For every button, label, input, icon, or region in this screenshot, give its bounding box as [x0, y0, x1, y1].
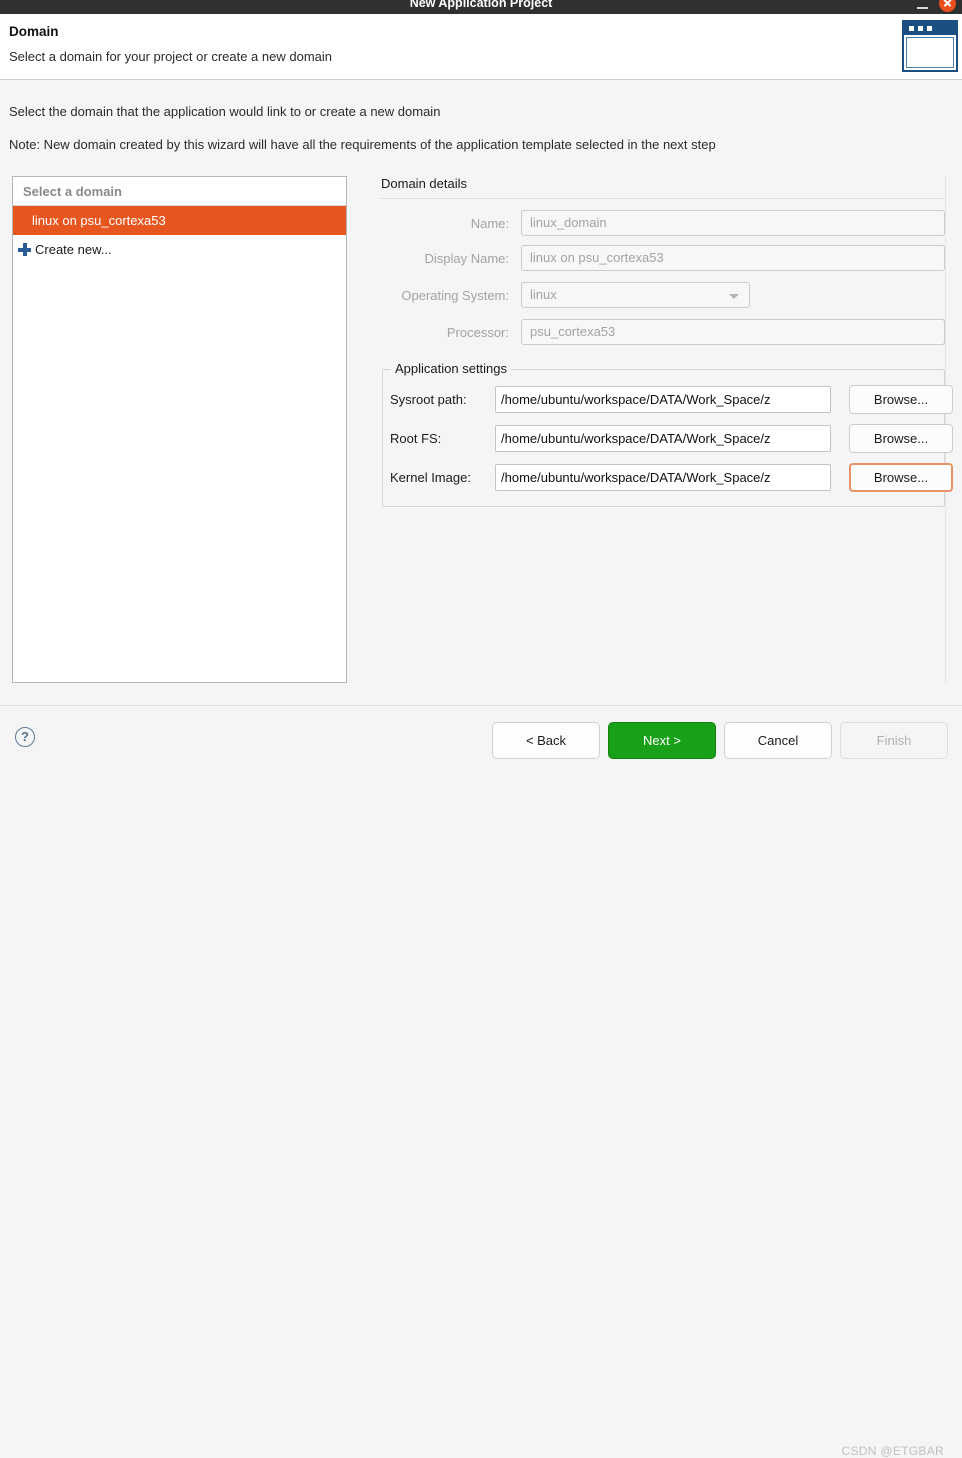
footer-buttons: < Back Next > Cancel Finish: [492, 722, 948, 759]
name-field[interactable]: linux_domain: [521, 210, 945, 236]
field-label-name: Name:: [470, 215, 509, 231]
app-row-kernel-image: Kernel Image: /home/ubuntu/workspace/DAT…: [390, 463, 953, 492]
root-fs-input[interactable]: /home/ubuntu/workspace/DATA/Work_Space/z: [495, 425, 831, 452]
application-settings-title: Application settings: [391, 361, 512, 376]
domain-details-title: Domain details: [381, 176, 467, 191]
cancel-button[interactable]: Cancel: [724, 722, 832, 759]
window-controls: [917, 0, 956, 14]
app-label-kernel-image: Kernel Image:: [390, 470, 471, 485]
domain-list-header: Select a domain: [13, 177, 346, 206]
field-row-name: Name: linux_domain: [381, 210, 945, 236]
domain-details-rule: [381, 198, 945, 199]
create-new-domain-item[interactable]: Create new...: [13, 235, 346, 264]
operating-system-select[interactable]: linux: [521, 282, 750, 308]
wizard-window-icon: [902, 20, 958, 72]
watermark: CSDN @ETGBAR: [841, 1444, 944, 1458]
page-subtitle: Select a domain for your project or crea…: [9, 49, 333, 64]
page-title: Domain: [9, 24, 59, 39]
wizard-footer: ? < Back Next > Cancel Finish CSDN @ETGB…: [0, 705, 962, 1458]
wizard-body: Select the domain that the application w…: [0, 81, 962, 705]
next-button[interactable]: Next >: [608, 722, 716, 759]
operating-system-value: linux: [530, 287, 557, 302]
wizard-window-icon-bar: [904, 22, 956, 35]
field-label-processor: Processor:: [446, 324, 509, 340]
field-row-operating-system: Operating System: linux: [381, 282, 945, 308]
close-icon[interactable]: [939, 0, 956, 12]
window-title: New Application Project: [409, 0, 553, 10]
app-row-root-fs: Root FS: /home/ubuntu/workspace/DATA/Wor…: [390, 424, 953, 453]
finish-button: Finish: [840, 722, 948, 759]
wizard-header: Domain Select a domain for your project …: [0, 14, 962, 80]
field-row-processor: Processor: psu_cortexa53: [381, 319, 945, 345]
intro-text-primary: Select the domain that the application w…: [9, 104, 441, 119]
wizard-window-icon-body: [906, 37, 954, 68]
intro-text-note: Note: New domain created by this wizard …: [9, 137, 716, 152]
domain-list-item-linux[interactable]: linux on psu_cortexa53: [13, 206, 346, 235]
field-row-display-name: Display Name: linux on psu_cortexa53: [381, 245, 945, 271]
field-label-display-name: Display Name:: [424, 250, 509, 266]
help-icon[interactable]: ?: [15, 727, 35, 747]
browse-sysroot-path-button[interactable]: Browse...: [849, 385, 953, 414]
browse-root-fs-button[interactable]: Browse...: [849, 424, 953, 453]
application-settings-group: Application settings Sysroot path: /home…: [382, 361, 953, 507]
plus-icon: [18, 243, 31, 256]
chevron-down-icon: [729, 294, 739, 299]
display-name-field[interactable]: linux on psu_cortexa53: [521, 245, 945, 271]
kernel-image-input[interactable]: /home/ubuntu/workspace/DATA/Work_Space/z: [495, 464, 831, 491]
create-new-domain-label: Create new...: [35, 242, 112, 257]
domain-details-pane: Domain details Name: linux_domain Displa…: [365, 176, 953, 683]
domain-list[interactable]: Select a domain linux on psu_cortexa53 C…: [12, 176, 347, 683]
minimize-icon[interactable]: [917, 0, 928, 10]
processor-field[interactable]: psu_cortexa53: [521, 319, 945, 345]
app-label-sysroot-path: Sysroot path:: [390, 392, 467, 407]
app-row-sysroot-path: Sysroot path: /home/ubuntu/workspace/DAT…: [390, 385, 953, 414]
back-button[interactable]: < Back: [492, 722, 600, 759]
browse-kernel-image-button[interactable]: Browse...: [849, 463, 953, 492]
sysroot-path-input[interactable]: /home/ubuntu/workspace/DATA/Work_Space/z: [495, 386, 831, 413]
window-titlebar: New Application Project: [0, 0, 962, 14]
field-label-operating-system: Operating System:: [401, 287, 509, 303]
app-label-root-fs: Root FS:: [390, 431, 442, 446]
